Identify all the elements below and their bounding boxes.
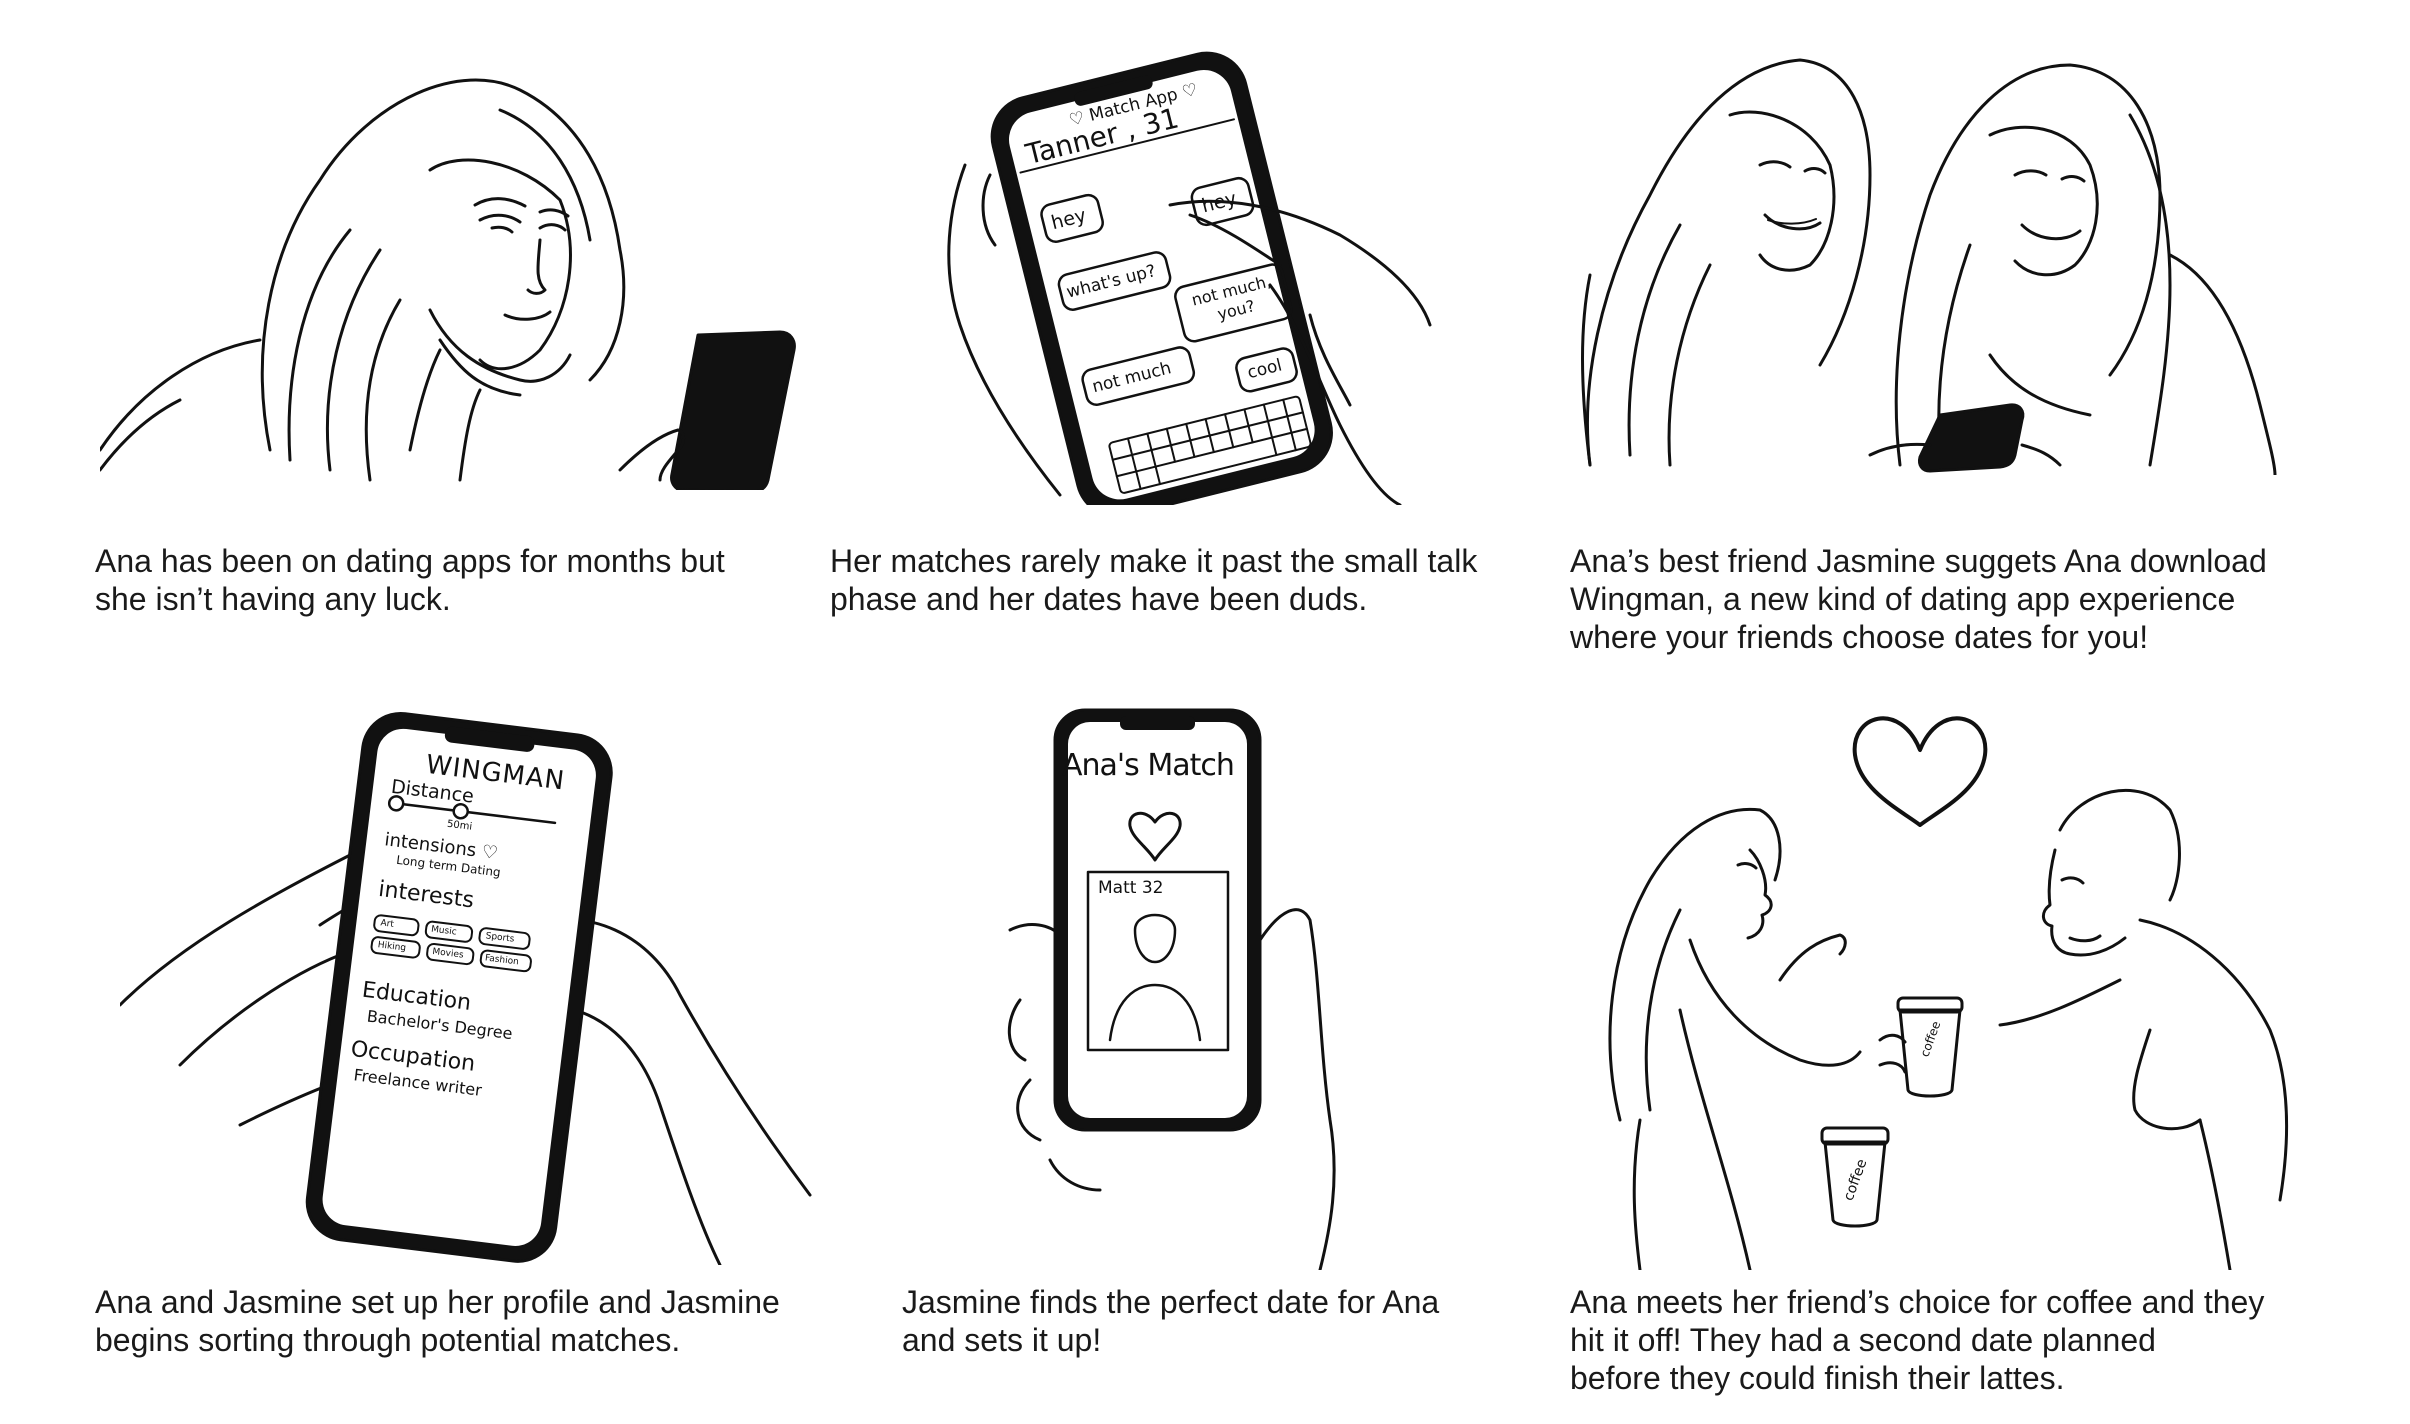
caption-line: and sets it up!	[902, 1322, 1102, 1358]
match-profile-name: Matt 32	[1098, 878, 1164, 898]
panel-5-caption: Jasmine finds the perfect date for Ana a…	[902, 1283, 1439, 1359]
panel-1-caption: Ana has been on dating apps for months b…	[95, 542, 725, 618]
caption-line: Ana and Jasmine set up her profile and J…	[95, 1284, 780, 1320]
two-friends-looking-at-phone-illustration	[1570, 25, 2290, 475]
wingman-profile-screen: WINGMAN Distance 50mi intensions ♡ Long …	[88, 668, 871, 1312]
caption-line: where your friends choose dates for you!	[1570, 619, 2149, 655]
caption-line: begins sorting through potential matches…	[95, 1322, 681, 1358]
distance-value: 50mi	[446, 818, 473, 833]
panel-6-caption: Ana meets her friend’s choice for coffee…	[1570, 1283, 2264, 1397]
interests-label: interests	[377, 876, 476, 914]
panel-4-caption: Ana and Jasmine set up her profile and J…	[95, 1283, 780, 1359]
match-profile-phone-illustration: Ana's Match Matt 32	[1000, 700, 1360, 1270]
panel-3-caption: Ana’s best friend Jasmine suggets Ana do…	[1570, 542, 2267, 656]
interest-tag: Movies	[431, 946, 465, 961]
panel-2-caption: Her matches rarely make it past the smal…	[830, 542, 1477, 618]
wingman-profile-phone-illustration: WINGMAN Distance 50mi intensions ♡ Long …	[120, 705, 840, 1265]
interest-tag: Sports	[485, 931, 515, 945]
caption-line: Jasmine finds the perfect date for Ana	[902, 1284, 1440, 1320]
caption-line: Ana’s best friend Jasmine suggets Ana do…	[1570, 543, 2267, 579]
caption-line: phase and her dates have been duds.	[830, 581, 1368, 617]
interest-tag: Hiking	[377, 940, 407, 954]
caption-line: Ana has been on dating apps for months b…	[95, 543, 725, 579]
caption-line: she isn’t having any luck.	[95, 581, 451, 617]
chat-bubble: what's up?	[1064, 261, 1158, 303]
woman-bored-with-phone-illustration	[100, 50, 860, 490]
caption-line: before they could finish their lattes.	[1570, 1360, 2065, 1396]
chat-bubble: hey	[1049, 204, 1089, 235]
interest-tag: Fashion	[484, 953, 520, 968]
match-screen-title: Ana's Match	[1062, 748, 1235, 783]
coffee-date-illustration: coffee coffee	[1580, 680, 2300, 1270]
chat-bubble: not much	[1090, 358, 1174, 398]
caption-line: Her matches rarely make it past the smal…	[830, 543, 1478, 579]
chat-phone-illustration: ♡ Match App ♡ Tanner , 31 hey hey what's…	[920, 25, 1440, 505]
interest-tag: Music	[430, 924, 458, 938]
chat-bubble: not much, you?	[1189, 271, 1273, 324]
caption-line: Ana meets her friend’s choice for coffee…	[1570, 1284, 2265, 1320]
chat-bubble: cool	[1245, 355, 1285, 384]
caption-line: Wingman, a new kind of dating app experi…	[1570, 581, 2236, 617]
caption-line: hit it off! They had a second date plann…	[1570, 1322, 2156, 1358]
chat-bubble: hey	[1199, 187, 1239, 218]
interest-tag: Art	[379, 918, 395, 930]
